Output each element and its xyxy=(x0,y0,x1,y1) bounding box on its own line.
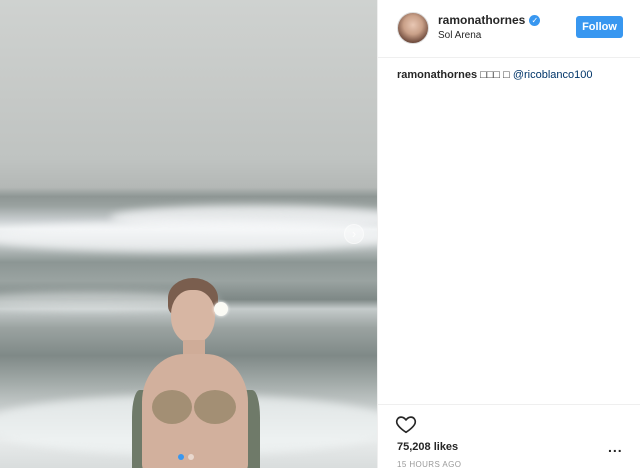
mention-link[interactable]: @ricoblanco100 xyxy=(513,69,593,81)
bikini-top-right xyxy=(194,390,236,424)
username-link[interactable]: ramonathornes xyxy=(438,13,525,27)
post-header: ramonathornes ✓ Sol Arena Follow xyxy=(378,0,640,58)
username-row: ramonathornes ✓ xyxy=(438,13,541,27)
post-timestamp[interactable]: 15 HOURS AGO xyxy=(397,460,461,468)
heart-icon[interactable] xyxy=(395,413,417,435)
carousel-dot xyxy=(188,454,194,460)
person-figure xyxy=(128,278,263,468)
post-photo[interactable]: › xyxy=(0,0,377,468)
post-side-panel: ramonathornes ✓ Sol Arena Follow ramonat… xyxy=(377,0,640,468)
flower xyxy=(214,302,228,316)
caption-text: □□□ □ xyxy=(480,69,510,81)
wave xyxy=(0,222,377,252)
carousel-indicator xyxy=(178,454,194,460)
likes-count[interactable]: 75,208 likes xyxy=(397,441,458,453)
post-caption: ramonathornes □□□ □ @ricoblanco100 xyxy=(397,69,593,81)
location-link[interactable]: Sol Arena xyxy=(438,30,481,41)
avatar[interactable] xyxy=(397,12,429,44)
verified-badge-icon: ✓ xyxy=(529,14,541,26)
caption-username-link[interactable]: ramonathornes xyxy=(397,69,477,81)
next-image-button[interactable]: › xyxy=(344,224,364,244)
follow-button[interactable]: Follow xyxy=(576,16,623,38)
post-footer: 75,208 likes ... 15 HOURS AGO xyxy=(378,404,640,468)
more-options-icon[interactable]: ... xyxy=(608,439,623,455)
face xyxy=(171,290,215,344)
bikini-top-left xyxy=(152,390,192,424)
carousel-dot-active xyxy=(178,454,184,460)
